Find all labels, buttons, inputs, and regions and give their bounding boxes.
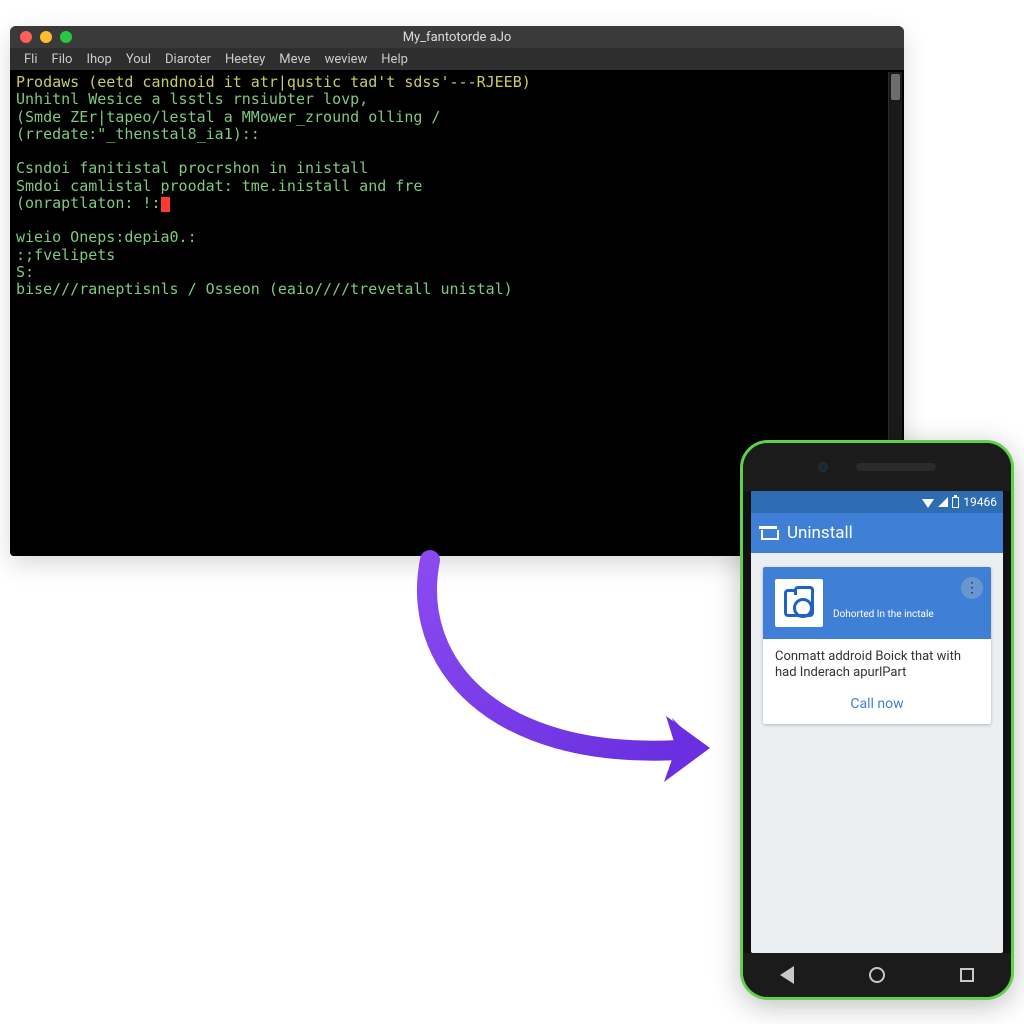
minimize-icon[interactable] [40, 31, 52, 43]
app-icon [775, 579, 823, 627]
terminal-line: wieio Oneps:depia0.: [16, 228, 197, 246]
menu-item[interactable]: Help [381, 52, 408, 67]
menu-item[interactable]: Meve [279, 52, 310, 67]
android-nav-bar [743, 953, 1011, 997]
terminal-line: Prodaws (eetd candnoid it atr|qustic tad… [16, 73, 531, 91]
earpiece-icon [856, 463, 936, 471]
card-header: Dohorted In the inctale ⋮ [763, 567, 991, 639]
card-body-text: Conmatt addroid Boick that with had Inde… [763, 639, 991, 688]
card-action-button[interactable]: Call now [763, 688, 991, 724]
app-bar: Uninstall [751, 513, 1003, 553]
phone-bezel-top [743, 443, 1011, 491]
cursor-icon [161, 197, 170, 212]
window-controls [10, 31, 72, 43]
terminal-line: Smdoi camlistal proodat: tme.inistall an… [16, 177, 422, 195]
uninstall-icon [761, 526, 777, 540]
window-title: My_fantotorde aJo [10, 30, 904, 45]
close-icon[interactable] [20, 31, 32, 43]
terminal-line: (Smde ZEr|tapeo/lestal a MMower_zround o… [16, 108, 440, 126]
arrow-icon [380, 540, 740, 800]
phone-device: 19466 Uninstall Dohorted In the inctale … [740, 440, 1014, 1000]
maximize-icon[interactable] [60, 31, 72, 43]
overflow-menu-button[interactable]: ⋮ [961, 577, 983, 599]
scrollbar-thumb[interactable] [891, 74, 900, 100]
nav-recent-button[interactable] [960, 968, 974, 982]
terminal-line: Csndoi fanitistal procrshon in inistall [16, 159, 368, 177]
terminal-line: :;fvelipets [16, 246, 115, 264]
menu-item[interactable]: Fli [24, 52, 38, 67]
phone-screen: 19466 Uninstall Dohorted In the inctale … [751, 491, 1003, 953]
wifi-icon [922, 499, 934, 508]
menu-item[interactable]: Ihop [86, 52, 111, 67]
terminal-titlebar[interactable]: My_fantotorde aJo [10, 26, 904, 48]
camera-icon [784, 589, 814, 617]
signal-icon [938, 497, 948, 507]
battery-icon [952, 497, 959, 508]
menu-item[interactable]: weview [325, 52, 368, 67]
terminal-menubar: Fli Filo Ihop Youl Diaroter Heetey Meve … [10, 48, 904, 70]
nav-home-button[interactable] [869, 967, 885, 983]
menu-item[interactable]: Filo [52, 52, 73, 67]
card-subtitle: Dohorted In the inctale [833, 609, 934, 620]
terminal-line: (rredate:"_thenstal8_ia1):: [16, 125, 260, 143]
status-time: 19466 [963, 495, 997, 509]
nav-back-button[interactable] [780, 966, 794, 984]
menu-item[interactable]: Youl [126, 52, 151, 67]
front-camera-icon [818, 462, 828, 472]
app-card: Dohorted In the inctale ⋮ Conmatt addroi… [763, 567, 991, 724]
menu-item[interactable]: Heetey [225, 52, 265, 67]
status-bar: 19466 [751, 491, 1003, 513]
menu-item[interactable]: Diaroter [165, 52, 211, 67]
terminal-line: S: [16, 263, 34, 281]
app-bar-title: Uninstall [787, 523, 853, 543]
terminal-line: Unhitnl Wesice a lsstls rnsiubter lovp, [16, 90, 368, 108]
terminal-line: (onraptlaton: !: [16, 194, 161, 212]
terminal-line: bise///raneptisnls / Osseon (eaio////tre… [16, 280, 513, 298]
